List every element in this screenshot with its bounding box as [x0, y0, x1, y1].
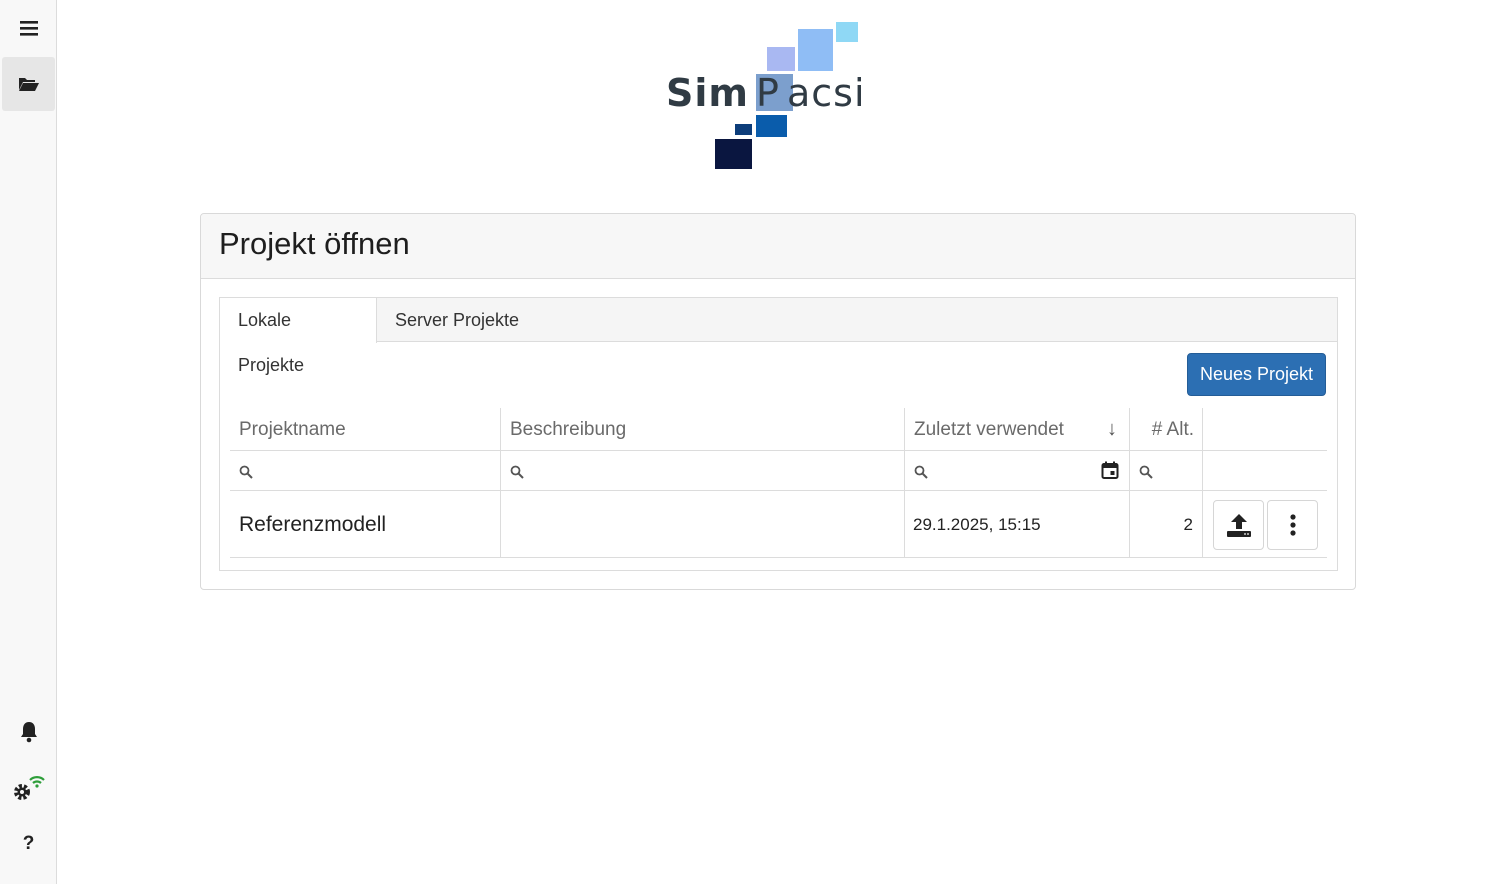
search-icon — [239, 465, 253, 479]
page-title: Projekt öffnen — [219, 226, 410, 261]
folder-open-icon — [18, 78, 39, 91]
table-filter-row — [230, 451, 1327, 491]
settings-button[interactable] — [2, 761, 55, 815]
cell-alternatives: 2 — [1129, 491, 1202, 557]
more-options-button[interactable] — [1267, 500, 1318, 550]
open-project-card: Projekt öffnen Lokale Projekte Server Pr… — [200, 213, 1356, 590]
gear-wifi-icon — [13, 776, 45, 800]
svg-text:P: P — [756, 71, 780, 115]
column-header-projektname[interactable]: Projektname — [230, 408, 500, 450]
card-header: Projekt öffnen — [201, 214, 1355, 279]
filter-projektname[interactable] — [230, 451, 500, 490]
table-row[interactable]: Referenzmodell 29.1.2025, 15:15 2 — [230, 491, 1327, 558]
column-header-beschreibung[interactable]: Beschreibung — [500, 408, 904, 450]
tab-local-projects[interactable]: Lokale Projekte — [220, 298, 377, 375]
search-icon — [1139, 465, 1153, 479]
hamburger-menu-icon — [19, 21, 38, 36]
cell-actions — [1202, 491, 1327, 557]
table-header-row: Projektname Beschreibung Zuletzt verwend… — [230, 408, 1327, 451]
cell-projektname: Referenzmodell — [239, 513, 387, 536]
open-project-button[interactable] — [2, 57, 55, 111]
tab-server-projects[interactable]: Server Projekte — [377, 298, 537, 343]
filter-actions — [1202, 451, 1327, 490]
tab-bar: Lokale Projekte Server Projekte — [220, 298, 1337, 375]
project-panel: Lokale Projekte Server Projekte Neues Pr… — [219, 297, 1338, 571]
simpacsi-logo: Sim P acsi — [664, 20, 894, 172]
search-icon — [914, 465, 928, 479]
vertical-dots-icon — [1289, 514, 1296, 536]
notifications-button[interactable] — [2, 705, 55, 759]
filter-beschreibung[interactable] — [500, 451, 904, 490]
column-header-actions — [1202, 408, 1327, 450]
svg-text:acsi: acsi — [787, 71, 866, 115]
cell-zuletzt-verwendet: 29.1.2025, 15:15 — [904, 491, 1129, 557]
bell-icon — [20, 722, 37, 743]
search-icon — [510, 465, 524, 479]
cell-beschreibung — [500, 491, 904, 557]
svg-text:Sim: Sim — [666, 71, 749, 115]
menu-button[interactable] — [2, 1, 55, 55]
help-icon: ? — [22, 833, 35, 854]
filter-alternatives[interactable] — [1129, 451, 1202, 490]
help-button[interactable]: ? — [2, 817, 55, 871]
sidebar: ? — [0, 0, 57, 884]
upload-icon — [1226, 514, 1251, 537]
sort-descending-icon[interactable]: ↓ — [1107, 408, 1117, 451]
calendar-icon[interactable] — [1101, 461, 1119, 479]
new-project-button[interactable]: Neues Projekt — [1187, 353, 1326, 396]
column-header-zuletzt-verwendet[interactable]: Zuletzt verwendet ↓ — [904, 408, 1129, 450]
filter-zuletzt-verwendet[interactable] — [904, 451, 1129, 490]
column-header-alternatives[interactable]: # Alt. — [1129, 408, 1202, 450]
upload-project-button[interactable] — [1213, 500, 1264, 550]
